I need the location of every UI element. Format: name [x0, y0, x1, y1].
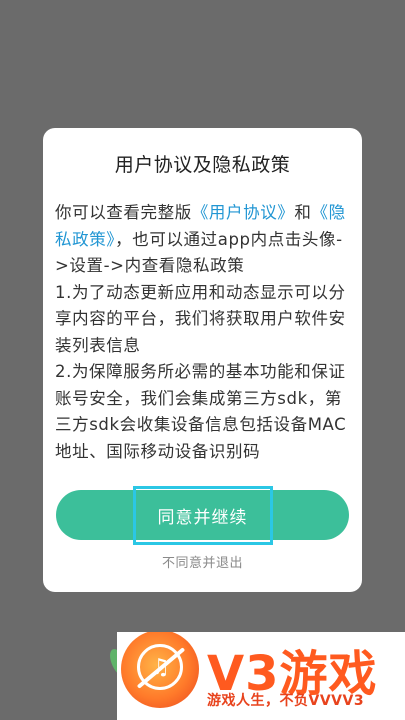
and-text: 和 — [294, 203, 312, 222]
user-agreement-link[interactable]: 《用户协议》 — [192, 203, 295, 222]
v3-game-watermark: ♫ V3游戏 游戏人生，不负VVVV3 — [117, 632, 405, 720]
agree-continue-button[interactable]: 同意并继续 — [56, 485, 349, 545]
privacy-dialog: 用户协议及隐私政策 你可以查看完整版《用户协议》和《隐私政策》，也可以通过app… — [43, 128, 362, 592]
disagree-exit-link[interactable]: 不同意并退出 — [43, 552, 362, 571]
brand-logo-icon: ♫ — [121, 632, 199, 708]
brand-slogan: 游戏人生，不负VVVV3 — [207, 693, 365, 709]
dialog-content[interactable]: 你可以查看完整版《用户协议》和《隐私政策》，也可以通过app内点击头像->设置-… — [55, 200, 350, 484]
agree-button-label: 同意并继续 — [132, 485, 273, 545]
content-paragraph-1: 你可以查看完整版《用户协议》和《隐私政策》，也可以通过app内点击头像->设置-… — [55, 200, 350, 280]
dialog-title: 用户协议及隐私政策 — [114, 154, 291, 176]
content-paragraph-2: 1.为了动态更新应用和动态显示可以分享内容的平台，我们将获取用户软件安装列表信息 — [55, 282, 346, 355]
content-paragraph-3: 2.为保障服务所必需的基本功能和保证账号安全，我们会集成第三方sdk，第三方sd… — [55, 362, 347, 461]
intro-text: 你可以查看完整版 — [55, 203, 192, 222]
